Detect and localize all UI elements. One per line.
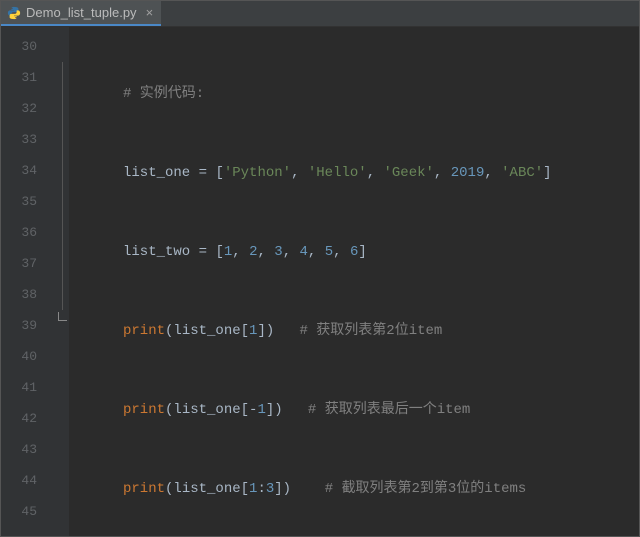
comma: , [232, 244, 249, 260]
code-content-area[interactable]: # 实例代码: list_one = ['Python', 'Hello', '… [69, 27, 639, 536]
number: 3 [274, 244, 282, 260]
fold-indicator [55, 310, 69, 341]
line-number: 39 [1, 310, 55, 341]
line-number: 38 [1, 279, 55, 310]
fold-indicator [55, 434, 69, 465]
line-number: 44 [1, 465, 55, 496]
line-number: 43 [1, 434, 55, 465]
fold-indicator [55, 372, 69, 403]
editor-tab[interactable]: Demo_list_tuple.py × [1, 1, 161, 26]
line-number: 36 [1, 217, 55, 248]
identifier: list_one [173, 481, 240, 497]
comment: # 实例代码: [123, 86, 204, 102]
bracket: [ [215, 244, 223, 260]
fold-indicator [55, 341, 69, 372]
bracket: ]) [266, 402, 283, 418]
bracket: [ [241, 323, 249, 339]
line-number: 41 [1, 372, 55, 403]
line-number: 32 [1, 93, 55, 124]
bracket: [ [241, 402, 249, 418]
string: 'Hello' [308, 165, 367, 181]
bracket: ]) [257, 323, 274, 339]
fold-indicator [55, 31, 69, 62]
string: 'ABC' [501, 165, 543, 181]
comma: , [283, 244, 300, 260]
space [274, 323, 299, 339]
line-number: 34 [1, 155, 55, 186]
fold-indicator [55, 93, 69, 124]
number: 1 [224, 244, 232, 260]
bracket: ]) [274, 481, 291, 497]
code-line: list_one = ['Python', 'Hello', 'Geek', 2… [75, 158, 639, 189]
line-number: 30 [1, 31, 55, 62]
fold-gutter [55, 27, 69, 536]
line-number: 42 [1, 403, 55, 434]
comma: , [434, 165, 451, 181]
python-file-icon [7, 6, 21, 20]
comma: , [257, 244, 274, 260]
line-number: 35 [1, 186, 55, 217]
number: 1 [257, 402, 265, 418]
identifier: list_one [173, 402, 240, 418]
number: 4 [300, 244, 308, 260]
operator: = [199, 244, 216, 260]
code-editor[interactable]: 30313233343536373839404142434445 # 实例代码:… [1, 27, 639, 536]
fold-indicator [55, 496, 69, 527]
code-line: print(list_one[1:3]) # 截取列表第2到第3位的items [75, 474, 639, 505]
number: 3 [266, 481, 274, 497]
fold-indicator [55, 217, 69, 248]
builtin: print [123, 402, 165, 418]
identifier: list_one [173, 323, 240, 339]
comma: , [484, 165, 501, 181]
space [291, 481, 325, 497]
line-number: 45 [1, 496, 55, 527]
comma: , [308, 244, 325, 260]
fold-indicator [55, 403, 69, 434]
fold-indicator [55, 124, 69, 155]
comma: , [367, 165, 384, 181]
identifier: list_one [123, 165, 199, 181]
fold-indicator [55, 248, 69, 279]
string: 'Geek' [384, 165, 434, 181]
line-number: 31 [1, 62, 55, 93]
comma: , [333, 244, 350, 260]
builtin: print [123, 323, 165, 339]
operator: : [257, 481, 265, 497]
line-number: 37 [1, 248, 55, 279]
tab-filename: Demo_list_tuple.py [26, 5, 137, 20]
tab-close-icon[interactable]: × [146, 5, 154, 20]
number: 2019 [451, 165, 485, 181]
number: 5 [325, 244, 333, 260]
bracket: [ [215, 165, 223, 181]
comment: # 截取列表第2到第3位的items [325, 481, 527, 497]
bracket: [ [241, 481, 249, 497]
tab-bar: Demo_list_tuple.py × [1, 1, 639, 27]
line-number: 33 [1, 124, 55, 155]
fold-indicator [55, 155, 69, 186]
comment: # 获取列表第2位item [299, 323, 442, 339]
bracket: ] [543, 165, 551, 181]
comma: , [291, 165, 308, 181]
line-number-gutter: 30313233343536373839404142434445 [1, 27, 55, 536]
comment: # 获取列表最后一个item [308, 402, 470, 418]
identifier: list_two [123, 244, 199, 260]
string: 'Python' [224, 165, 291, 181]
line-number: 40 [1, 341, 55, 372]
fold-indicator [55, 279, 69, 310]
code-line: list_two = [1, 2, 3, 4, 5, 6] [75, 237, 639, 268]
operator: = [199, 165, 216, 181]
code-line: # 实例代码: [75, 79, 639, 110]
space [283, 402, 308, 418]
fold-indicator [55, 465, 69, 496]
fold-indicator [55, 186, 69, 217]
bracket: ] [358, 244, 366, 260]
builtin: print [123, 481, 165, 497]
code-line: print(list_one[-1]) # 获取列表最后一个item [75, 395, 639, 426]
code-line: print(list_one[1]) # 获取列表第2位item [75, 316, 639, 347]
fold-indicator [55, 62, 69, 93]
